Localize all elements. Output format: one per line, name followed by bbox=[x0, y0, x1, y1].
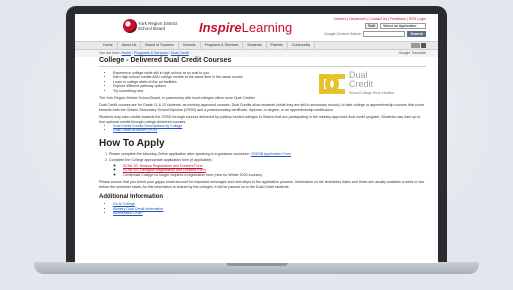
brand-main: Inspire bbox=[199, 20, 242, 35]
dual-credit-logo-icon bbox=[319, 74, 345, 94]
brand-rest: Learning bbox=[241, 20, 293, 35]
description-para-2: Students may earn credits towards the OS… bbox=[99, 115, 421, 124]
list-item: Accelerated OYAP bbox=[113, 211, 426, 215]
nav-controls bbox=[411, 43, 426, 48]
list-item: Centennial College no longer requires a … bbox=[123, 173, 426, 177]
nav-item-students[interactable]: Students bbox=[243, 42, 267, 49]
search-input[interactable] bbox=[363, 31, 406, 37]
ministry-info-link[interactable]: Ministry Dual Credit Information bbox=[113, 207, 163, 211]
search-button[interactable]: Search bbox=[407, 31, 426, 37]
search-row: Google Custom Search Search bbox=[324, 31, 426, 37]
dual-credit-logo-sub: School College Work Initiative bbox=[349, 91, 394, 95]
breadcrumb-home[interactable]: Home bbox=[121, 51, 131, 55]
breadcrumb-programs[interactable]: Programs & Services bbox=[134, 51, 168, 55]
text-size-icon[interactable] bbox=[411, 43, 420, 48]
course-descriptions-link[interactable]: Dual Credit Course Descriptions by Colle… bbox=[113, 124, 182, 128]
inspire-learning-brand[interactable]: InspireLearning bbox=[199, 20, 292, 35]
search-label: Google Custom Search bbox=[323, 32, 362, 36]
board-logo-text: York Region District School Board bbox=[138, 21, 178, 31]
college-forms: SCWI-SC Seneca Registration and Consent … bbox=[123, 164, 426, 177]
nav-item-schools[interactable]: Schools bbox=[179, 42, 201, 49]
staff-button[interactable]: Staff bbox=[364, 23, 378, 29]
how-to-apply-heading: How To Apply bbox=[99, 137, 165, 149]
yrdsb-application-link[interactable]: YRDSB Application Form bbox=[251, 152, 291, 156]
step2-text: Complete the College appropriate applica… bbox=[109, 158, 213, 163]
additional-info-heading: Additional Information bbox=[99, 194, 163, 201]
board-logo-icon bbox=[123, 19, 137, 33]
dc-word2: Credit bbox=[349, 79, 374, 89]
nav-item-trustees[interactable]: Board of Trustees bbox=[141, 42, 179, 49]
breadcrumb-dual-credit[interactable]: Dual Credit bbox=[171, 51, 189, 55]
nav-item-about[interactable]: About Us bbox=[118, 42, 142, 49]
application-select[interactable]: Select an Application bbox=[380, 23, 426, 29]
dual-credit-links: Dual Credit Course Descriptions by Colle… bbox=[113, 124, 426, 133]
dual-credit-logo: Dual Credit School College Work Initiativ… bbox=[317, 69, 394, 101]
email-note: Please ensure that you check your gapps … bbox=[99, 180, 425, 189]
description-para-1: Dual Credit courses are for Grade 11 & 1… bbox=[99, 103, 424, 112]
top-controls: Staff Select an Application bbox=[364, 23, 426, 29]
main-nav: Home About Us Board of Trustees Schools … bbox=[75, 41, 438, 50]
nav-item-programs[interactable]: Programs & Services bbox=[201, 42, 244, 49]
step1-text: Please complete the following Online app… bbox=[109, 151, 250, 156]
page-title: College - Delivered Dual Credit Courses bbox=[99, 57, 426, 67]
site-header: York Region District School Board Inspir… bbox=[75, 14, 438, 41]
list-item: Dual Credit Brochure (PDF) bbox=[113, 128, 426, 132]
breadcrumb: You are here: Home / Programs & Services… bbox=[99, 51, 189, 55]
top-links[interactable]: Careers | Newsroom | Contact Us | Feedba… bbox=[334, 17, 426, 21]
nav-item-home[interactable]: Home bbox=[99, 42, 118, 49]
apply-step-2: Complete the College appropriate applica… bbox=[109, 158, 426, 177]
brochure-link[interactable]: Dual Credit Brochure (PDF) bbox=[113, 128, 157, 132]
oyap-link[interactable]: Accelerated OYAP bbox=[113, 211, 143, 215]
board-logo[interactable]: York Region District School Board bbox=[123, 19, 177, 37]
nav-item-community[interactable]: Community bbox=[288, 42, 316, 49]
apply-step-1: Please complete the following Online app… bbox=[109, 152, 426, 157]
breadcrumb-prefix: You are here: bbox=[99, 51, 121, 55]
georgian-form-link[interactable]: SCWI-GC Georgian Registration and Consen… bbox=[123, 168, 206, 172]
breadcrumb-bar: You are here: Home / Programs & Services… bbox=[75, 50, 438, 57]
nav-item-parents[interactable]: Parents bbox=[267, 42, 288, 49]
dual-credit-logo-words: Dual Credit bbox=[349, 71, 373, 89]
laptop-screen: York Region District School Board Inspir… bbox=[75, 14, 438, 263]
main-content: College - Delivered Dual Credit Courses … bbox=[99, 57, 426, 215]
apply-steps: Please complete the following Online app… bbox=[109, 152, 426, 177]
print-icon[interactable] bbox=[421, 43, 426, 48]
go-to-college-link[interactable]: Go to College bbox=[113, 202, 135, 206]
google-translate[interactable]: Google Translate bbox=[399, 51, 426, 55]
additional-links: Go to College Ministry Dual Credit Infor… bbox=[113, 202, 426, 215]
seneca-form-link[interactable]: SCWI-SC Seneca Registration and Consent … bbox=[123, 164, 203, 168]
